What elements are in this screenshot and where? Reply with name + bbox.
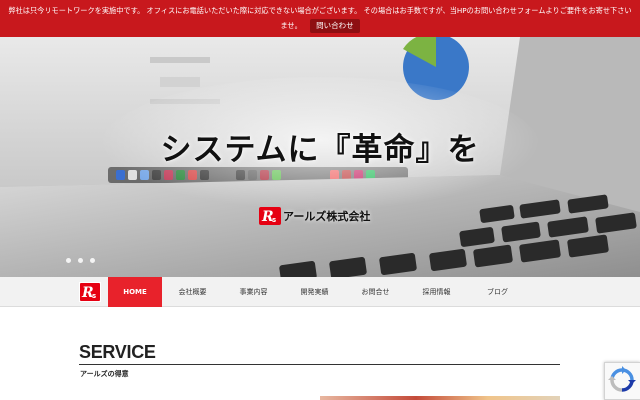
- service-heading: SERVICE: [79, 342, 156, 362]
- service-subheading: アールズの得意: [80, 370, 129, 378]
- remote-work-notice: 弊社は只今リモートワークを実施中です。 オフィスにお電話いただいた際に対応できな…: [0, 0, 640, 37]
- hero-company-logo: R s アールズ株式会社: [259, 205, 370, 227]
- nav-item-home[interactable]: HOME: [108, 277, 162, 307]
- slider-dots: [66, 258, 95, 263]
- contact-button[interactable]: 問い合わせ: [310, 19, 360, 33]
- svg-text:s: s: [92, 292, 96, 300]
- slider-dot-1[interactable]: [66, 258, 71, 263]
- nav-item-recruit[interactable]: 採用情報: [406, 277, 467, 307]
- service-image: [320, 396, 560, 400]
- recaptcha-badge[interactable]: [604, 362, 640, 400]
- svg-text:s: s: [272, 216, 276, 224]
- main-navigation: R s HOME 会社概要 事業内容 開発実績 お問合せ 採用情報 ブログ: [0, 277, 640, 307]
- nav-menu: HOME 会社概要 事業内容 開発実績 お問合せ 採用情報 ブログ: [108, 277, 528, 307]
- hero-headline: システムに『革命』を: [160, 132, 480, 168]
- rs-logo-icon[interactable]: R s: [79, 282, 101, 302]
- slider-dot-2[interactable]: [78, 258, 83, 263]
- nav-item-blog[interactable]: ブログ: [467, 277, 528, 307]
- hero-company-name: アールズ株式会社: [283, 210, 371, 223]
- hero-slider: システムに『革命』を R s アールズ株式会社: [0, 37, 640, 277]
- recaptcha-icon: [608, 366, 636, 392]
- service-divider: [79, 364, 560, 365]
- nav-item-achievements[interactable]: 開発実績: [284, 277, 345, 307]
- nav-item-business[interactable]: 事業内容: [223, 277, 284, 307]
- slider-dot-3[interactable]: [90, 258, 95, 263]
- nav-item-contact[interactable]: お問合せ: [345, 277, 406, 307]
- rs-logo-icon: R s: [259, 207, 281, 225]
- nav-item-company[interactable]: 会社概要: [162, 277, 223, 307]
